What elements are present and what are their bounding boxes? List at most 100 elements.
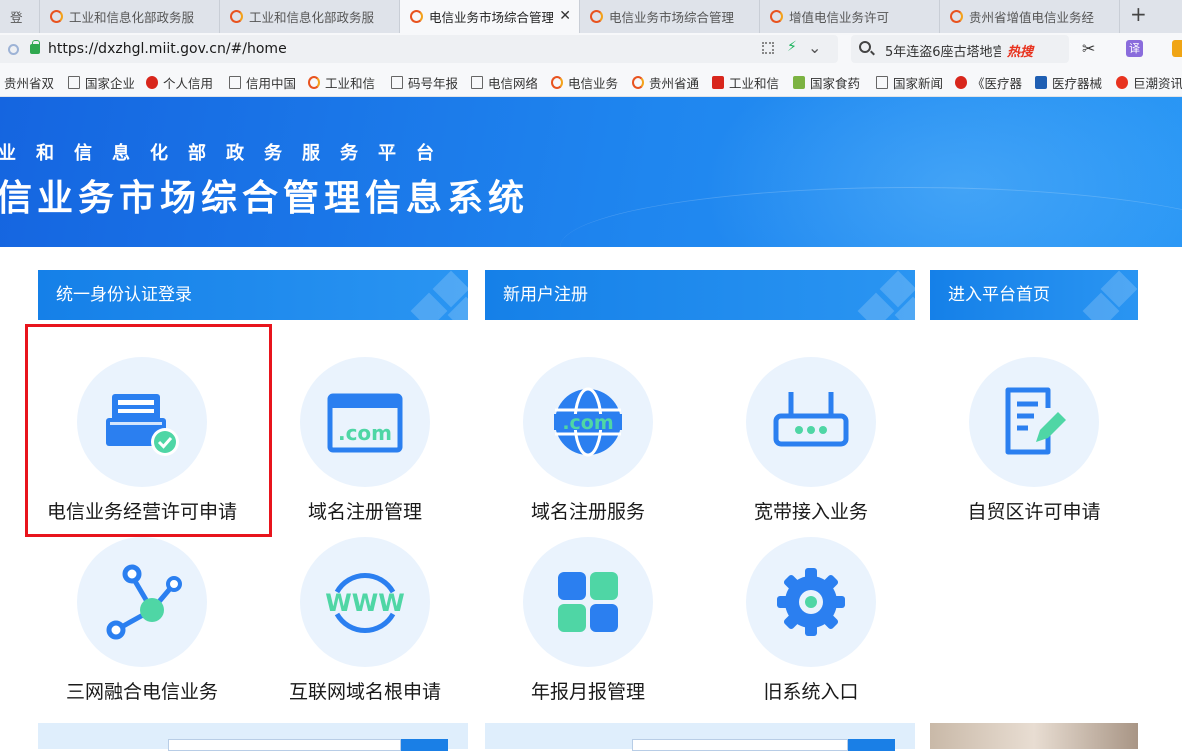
address-toolbar: https://dxzhgl.miit.gov.cn/#/home ⚡ ⌄ 5年… (0, 33, 1182, 66)
site-banner: 业和信息化部政务服务平台 信业务市场综合管理信息系统 (0, 97, 1182, 247)
tab-0[interactable]: 登 (0, 0, 40, 33)
bookmark-label: 信用中国 (246, 75, 295, 91)
page-icon (471, 75, 483, 89)
service-ftz-license[interactable]: 自贸区许可申请 (929, 357, 1129, 527)
bookmark-item[interactable]: 电信业务 (551, 73, 619, 91)
tab-label: 贵州省增值电信业务经 (969, 10, 1095, 25)
network-nodes-icon (106, 564, 182, 640)
bookmark-label: 医疗器械 (1052, 75, 1103, 91)
miit-logo-icon (632, 75, 644, 89)
url-text[interactable]: https://dxzhgl.miit.gov.cn/#/home (48, 41, 287, 57)
service-label: 互联网域名根申请 (288, 681, 441, 703)
tab-label: 电信业务市场综合管理 (609, 10, 735, 25)
panel-input[interactable] (632, 739, 848, 751)
qr-code-icon[interactable] (762, 42, 774, 54)
platform-home-label: 进入平台首页 (948, 285, 1050, 305)
browser-tab-strip: 登 工业和信息化部政务服 工业和信息化部政务服 电信业务市场综合管理 ✕ 电信业务… (0, 0, 1182, 33)
service-label: 三网融合电信业务 (65, 681, 218, 703)
cninfo-logo-icon (1116, 75, 1128, 89)
grid-tiles-icon (558, 572, 618, 632)
miit-logo-icon (770, 10, 783, 23)
new-tab-plus-icon[interactable]: + (1130, 2, 1147, 26)
bookmark-label: 国家新闻 (893, 75, 942, 91)
bookmark-item[interactable]: 贵州省双 (4, 73, 56, 91)
service-label: 宽带接入业务 (753, 501, 868, 523)
search-icon (859, 41, 871, 53)
panel-input[interactable] (168, 739, 401, 751)
bookmark-label: 工业和信 (325, 75, 376, 91)
bookmark-label: 码号年报 (408, 75, 459, 91)
service-label: 域名注册服务 (530, 501, 645, 523)
tab-label: 工业和信息化部政务服 (69, 10, 195, 25)
search-box[interactable]: 5年连盗6座古塔地宫 热搜 (851, 35, 1069, 63)
national-emblem-icon (146, 75, 158, 89)
tab-6[interactable]: 贵州省增值电信业务经 (940, 0, 1120, 33)
bookmark-label: 贵州省通 (649, 75, 700, 91)
page-icon (391, 75, 403, 89)
tab-2[interactable]: 工业和信息化部政务服 (220, 0, 400, 33)
society-logo-icon (1035, 75, 1047, 89)
panel-button[interactable] (848, 739, 895, 751)
service-label: 旧系统入口 (763, 681, 859, 703)
tab-1[interactable]: 工业和信息化部政务服 (40, 0, 220, 33)
service-legacy-system[interactable]: 旧系统入口 (706, 537, 906, 707)
tab-label: 登 (10, 10, 23, 25)
service-label: 域名注册管理 (307, 501, 422, 523)
unified-login-button[interactable]: 统一身份认证登录 (38, 270, 468, 320)
miit-logo-icon (308, 75, 320, 89)
search-suggestion-text[interactable]: 5年连盗6座古塔地宫 (885, 41, 1001, 60)
bookmark-label: 国家食药 (810, 75, 861, 91)
bookmark-item[interactable]: 贵州省通 (632, 73, 700, 91)
service-domain-management[interactable]: .com 域名注册管理 (260, 357, 460, 527)
banner-subtitle: 业和信息化部政务服务平台 (0, 143, 454, 164)
scissors-icon[interactable]: ✂ (1082, 39, 1095, 58)
bookmark-item[interactable]: 国家新闻 (876, 73, 942, 91)
bookmark-item[interactable]: 国家企业 (68, 73, 134, 91)
miit-logo-icon (410, 10, 423, 23)
lightning-icon[interactable]: ⚡ (787, 39, 797, 55)
security-shield-icon[interactable] (8, 44, 19, 55)
gear-icon (777, 568, 845, 636)
tab-4[interactable]: 电信业务市场综合管理 (580, 0, 760, 33)
svg-text:WWW: WWW (325, 589, 404, 617)
enter-platform-home-button[interactable]: 进入平台首页 (930, 270, 1138, 320)
bookmark-item[interactable]: 工业和信 (308, 73, 378, 91)
bookmark-item[interactable]: 医疗器械 (1035, 73, 1105, 91)
service-triple-play[interactable]: 三网融合电信业务 (37, 537, 237, 707)
globe-com-icon: .com (554, 387, 622, 457)
service-broadband-access[interactable]: 宽带接入业务 (706, 357, 906, 527)
bookmark-item[interactable]: 国家食药 (793, 73, 863, 91)
bookmark-item[interactable]: 工业和信 (712, 73, 782, 91)
bookmark-item[interactable]: 码号年报 (391, 73, 461, 91)
service-label: 自贸区许可申请 (967, 501, 1101, 523)
bookmarks-bar: 贵州省双 国家企业 个人信用 信用中国 工业和信 码号年报 电信网络 电信业务 … (0, 66, 1182, 97)
national-emblem-icon (955, 75, 967, 89)
register-label: 新用户注册 (503, 285, 588, 305)
banner-wave (560, 187, 1182, 247)
service-annual-monthly-report[interactable]: 年报月报管理 (483, 537, 683, 707)
food-drug-icon (793, 75, 805, 89)
tab-5[interactable]: 增值电信业务许可 (760, 0, 940, 33)
close-tab-icon[interactable]: ✕ (559, 8, 571, 24)
router-icon (773, 392, 849, 447)
address-bar[interactable]: https://dxzhgl.miit.gov.cn/#/home ⚡ ⌄ (0, 35, 838, 63)
new-user-register-button[interactable]: 新用户注册 (485, 270, 915, 320)
service-domain-root[interactable]: WWW 互联网域名根申请 (260, 537, 460, 707)
www-icon: WWW (325, 573, 405, 633)
bookmark-label: 工业和信 (729, 75, 780, 91)
bookmark-item[interactable]: 个人信用 (146, 73, 216, 91)
panel-button[interactable] (401, 739, 448, 751)
banner-title: 信业务市场综合管理信息系统 (0, 178, 530, 219)
lock-icon (30, 40, 40, 54)
translate-icon[interactable]: 译 (1126, 40, 1143, 57)
service-domain-registration[interactable]: .com 域名注册服务 (483, 357, 683, 527)
bookmark-item[interactable]: 《医疗器 (955, 73, 1025, 91)
chevron-down-icon[interactable]: ⌄ (808, 38, 821, 57)
tab-3-active[interactable]: 电信业务市场综合管理 ✕ (400, 0, 580, 33)
hot-search-badge: 热搜 (1007, 45, 1034, 60)
svg-text:.com: .com (338, 421, 392, 445)
bookmark-item[interactable]: 电信网络 (471, 73, 537, 91)
bookmark-item[interactable]: 巨潮资讯 (1116, 73, 1182, 91)
extension-icon[interactable] (1172, 40, 1182, 57)
bookmark-item[interactable]: 信用中国 (229, 73, 295, 91)
